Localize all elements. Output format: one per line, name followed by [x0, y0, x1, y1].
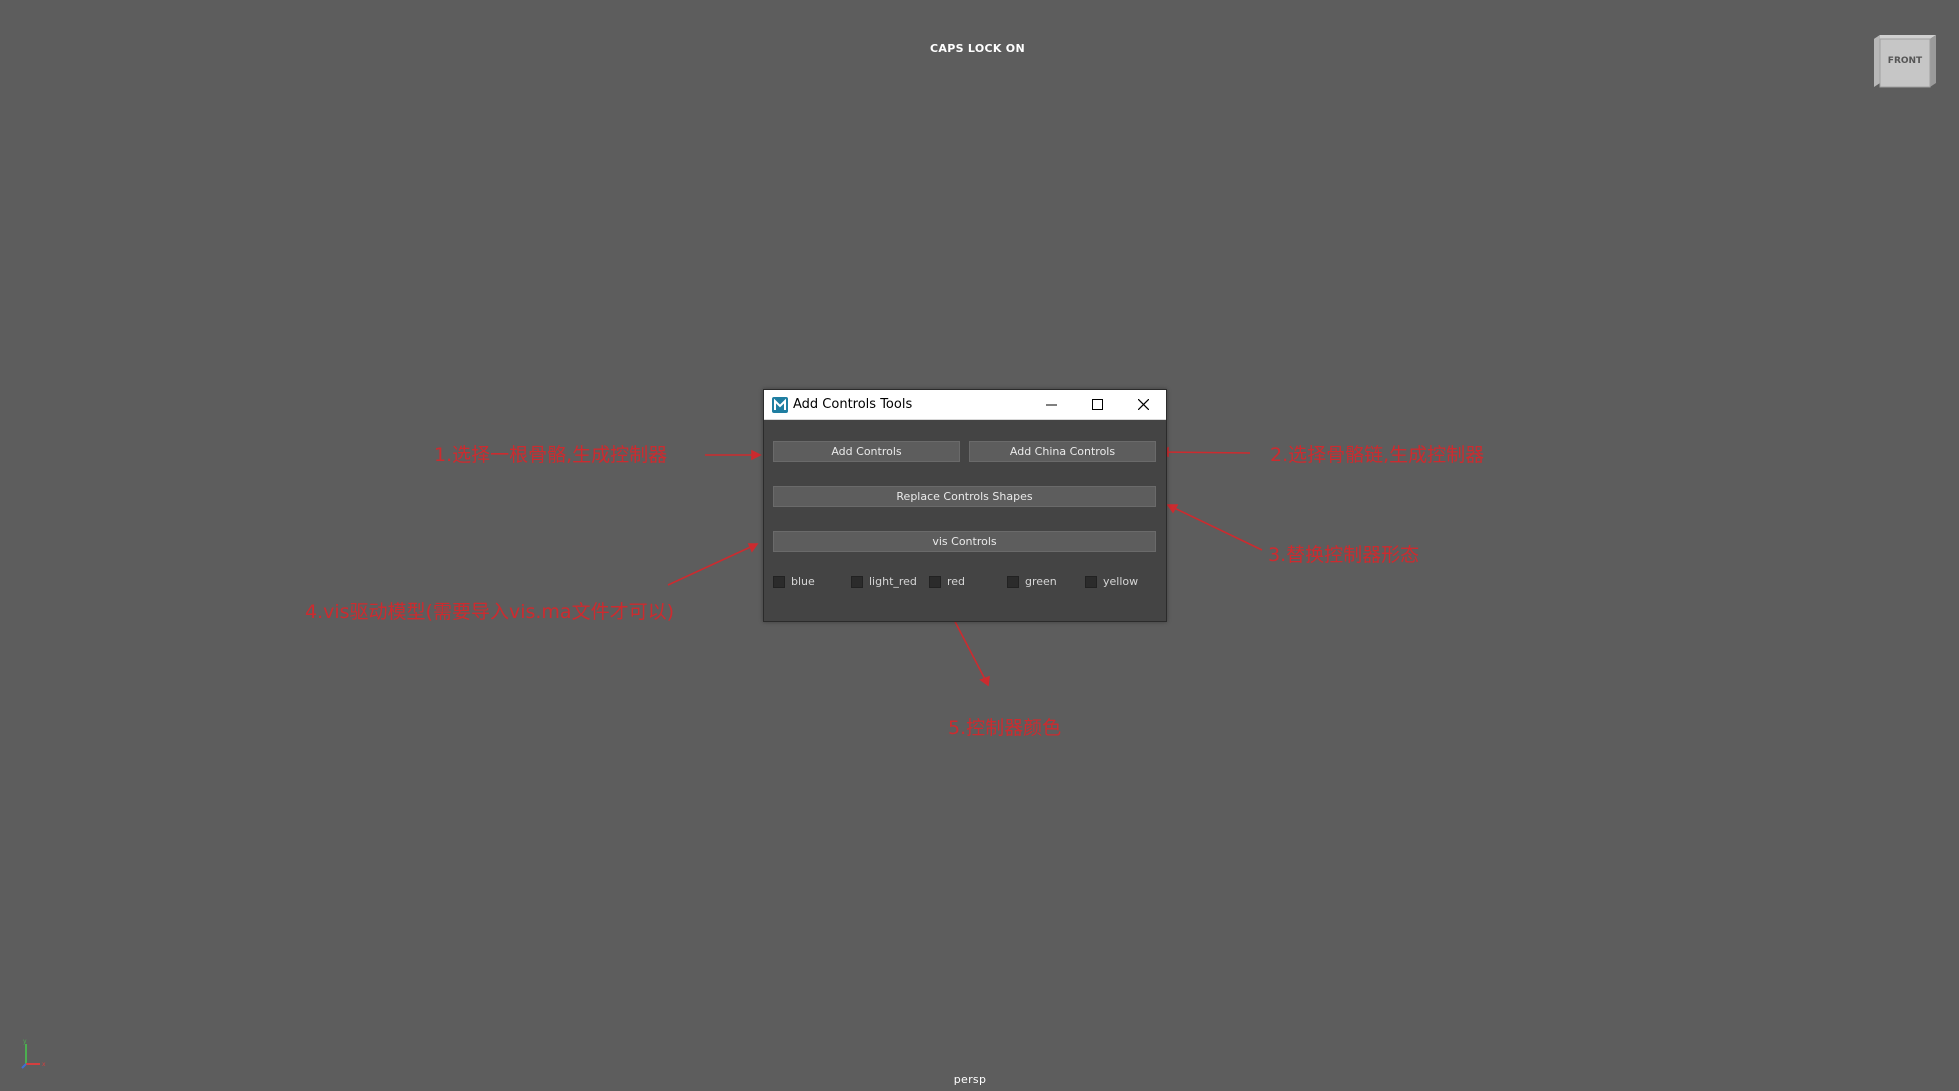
checkbox-box[interactable] [773, 575, 785, 588]
annotation-4: 4.vis驱动模型(需要导入vis.ma文件才可以) [305, 601, 674, 623]
view-cube[interactable]: FRONT [1870, 33, 1938, 89]
dialog-title: Add Controls Tools [793, 397, 913, 412]
minimize-icon [1045, 404, 1057, 406]
color-checkbox-blue[interactable]: blue [773, 575, 815, 588]
axis-gizmo-icon: y x [21, 1038, 46, 1069]
viewcube-label: FRONT [1888, 56, 1923, 66]
annotation-2: 2.选择骨骼链,生成控制器 [1270, 444, 1485, 466]
color-checkbox-yellow[interactable]: yellow [1085, 575, 1138, 588]
add-controls-button[interactable]: Add Controls [773, 441, 960, 462]
maximize-icon [1091, 399, 1103, 410]
maximize-button[interactable] [1074, 390, 1120, 419]
checkbox-label: yellow [1103, 575, 1139, 588]
close-icon [1137, 399, 1149, 410]
add-china-controls-button[interactable]: Add China Controls [969, 441, 1156, 462]
replace-controls-shapes-button[interactable]: Replace Controls Shapes [773, 486, 1156, 507]
checkbox-box[interactable] [1007, 575, 1019, 588]
caps-lock-indicator: CAPS LOCK ON [930, 42, 1025, 55]
annotation-3: 3.替换控制器形态 [1268, 544, 1420, 566]
color-checkbox-red[interactable]: red [929, 575, 965, 588]
checkbox-label: green [1025, 575, 1057, 588]
camera-label: persp [953, 1073, 987, 1086]
checkbox-label: blue [791, 575, 815, 588]
close-button[interactable] [1120, 390, 1166, 419]
annotation-5: 5.控制器颜色 [948, 717, 1062, 739]
vis-controls-button[interactable]: vis Controls [773, 531, 1156, 552]
checkbox-label: light_red [869, 575, 917, 588]
dialog-titlebar[interactable]: Add Controls Tools [764, 390, 1166, 420]
checkbox-label: red [947, 575, 966, 588]
checkbox-box[interactable] [929, 575, 941, 588]
minimize-button[interactable] [1028, 390, 1074, 419]
add-controls-dialog: Add Controls Tools Add Controls Add Chin… [763, 389, 1167, 622]
annotation-1: 1.选择一根骨骼,生成控制器 [434, 444, 668, 466]
checkbox-box[interactable] [851, 575, 863, 588]
svg-text:x: x [42, 1061, 46, 1068]
svg-text:y: y [23, 1038, 27, 1045]
color-checkbox-green[interactable]: green [1007, 575, 1057, 588]
checkbox-box[interactable] [1085, 575, 1097, 588]
maya-app-icon [772, 396, 788, 413]
color-checkbox-light-red[interactable]: light_red [851, 575, 917, 588]
